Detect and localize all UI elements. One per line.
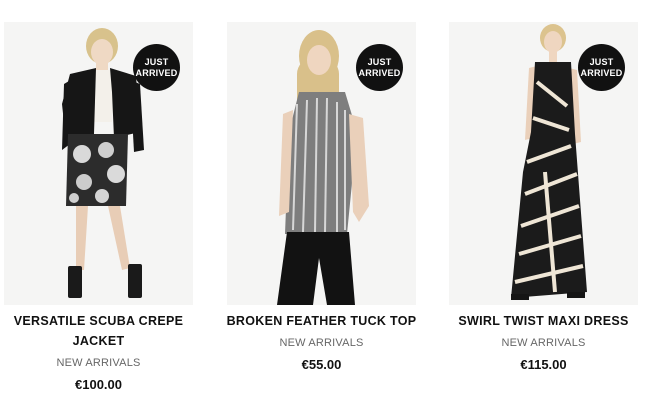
just-arrived-badge: JUST ARRIVED: [578, 44, 625, 91]
product-name[interactable]: SWIRL TWIST MAXI DRESS: [436, 311, 651, 331]
product-card-maxi-dress[interactable]: JUST ARRIVED SWIRL TWIST MAXI DRESS NEW A…: [0, 0, 658, 401]
product-price: €115.00: [520, 357, 567, 372]
product-category: NEW ARRIVALS: [501, 337, 586, 349]
product-image[interactable]: JUST ARRIVED: [449, 22, 638, 305]
